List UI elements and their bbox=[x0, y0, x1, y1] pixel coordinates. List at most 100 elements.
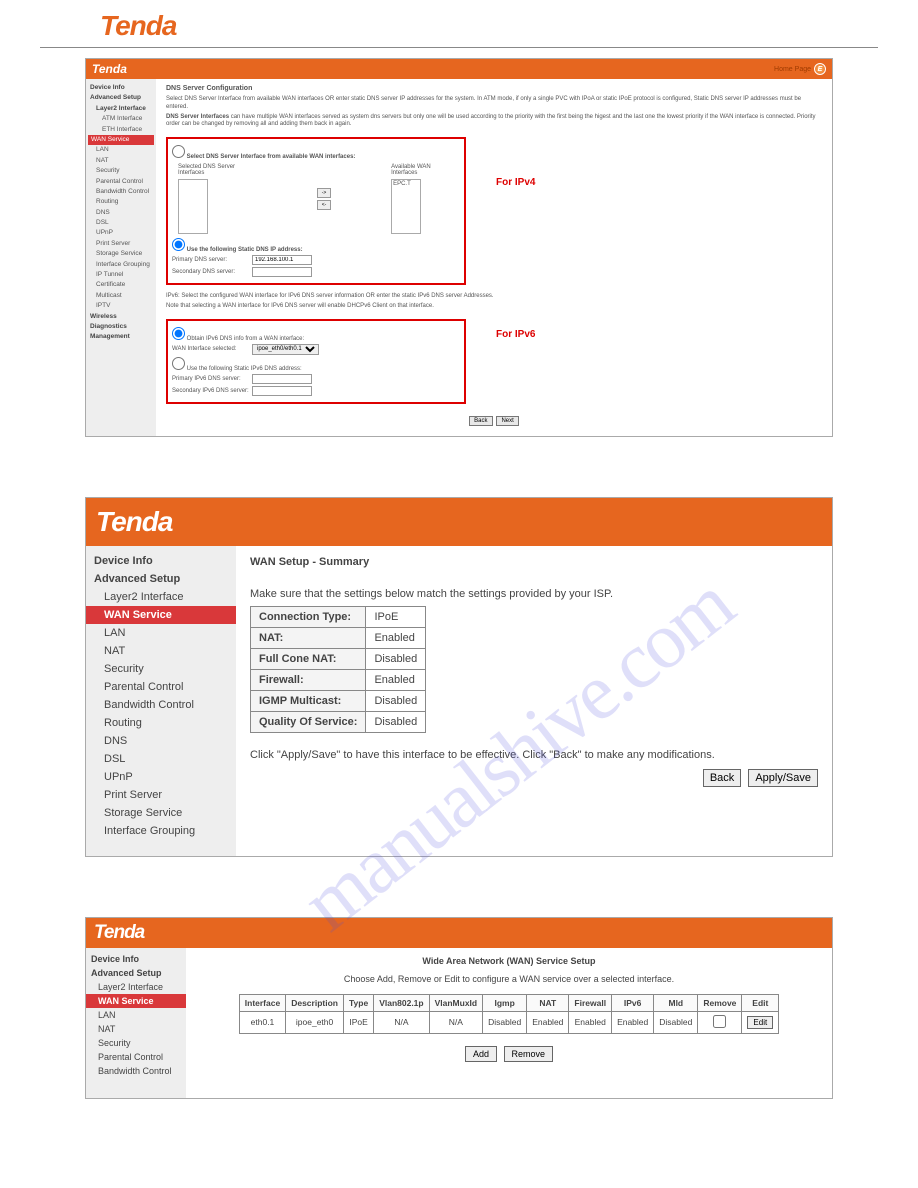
nav-device-info[interactable]: Device Info bbox=[86, 952, 186, 966]
table-row: Quality Of Service:Disabled bbox=[251, 711, 426, 732]
wan-service-table: Interface Description Type Vlan802.1p Vl… bbox=[239, 994, 779, 1034]
nav-eth[interactable]: ETH Interface bbox=[88, 125, 154, 135]
nav-parental[interactable]: Parental Control bbox=[88, 177, 154, 187]
app-logo: Tenda bbox=[96, 506, 172, 538]
nav-routing[interactable]: Routing bbox=[86, 714, 236, 732]
nav-security[interactable]: Security bbox=[86, 1036, 186, 1050]
table-row: NAT:Enabled bbox=[251, 627, 426, 648]
nav-wan-service[interactable]: WAN Service bbox=[86, 606, 236, 624]
remove-checkbox[interactable] bbox=[713, 1015, 726, 1028]
nav-advanced-setup[interactable]: Advanced Setup bbox=[88, 93, 154, 103]
for-ipv4-label: For IPv4 bbox=[496, 177, 535, 188]
nav-dsl[interactable]: DSL bbox=[86, 750, 236, 768]
back-button[interactable]: Back bbox=[469, 416, 492, 426]
nav-bandwidth[interactable]: Bandwidth Control bbox=[88, 187, 154, 197]
table-row: IGMP Multicast:Disabled bbox=[251, 690, 426, 711]
selected-list[interactable] bbox=[178, 179, 208, 234]
available-list[interactable]: EPC.T bbox=[391, 179, 421, 234]
primary6-label: Primary IPv6 DNS server: bbox=[172, 376, 252, 382]
nav-atm[interactable]: ATM Interface bbox=[88, 114, 154, 124]
next-button[interactable]: Next bbox=[496, 416, 518, 426]
nav-routing[interactable]: Routing bbox=[88, 197, 154, 207]
nav-bandwidth[interactable]: Bandwidth Control bbox=[86, 696, 236, 714]
nav-multicast[interactable]: Multicast bbox=[88, 291, 154, 301]
globe-icon: E bbox=[814, 63, 826, 75]
screenshot-wan-summary: Tenda Device Info Advanced Setup Layer2 … bbox=[85, 497, 833, 857]
move-right-button[interactable]: -> bbox=[317, 188, 331, 198]
nav-device-info[interactable]: Device Info bbox=[86, 552, 236, 570]
radio-select-interface[interactable] bbox=[172, 145, 185, 158]
nav-lan[interactable]: LAN bbox=[88, 145, 154, 155]
table-row: Full Cone NAT:Disabled bbox=[251, 648, 426, 669]
radio-obtain-ipv6[interactable] bbox=[172, 327, 185, 340]
back-button[interactable]: Back bbox=[703, 769, 741, 787]
page-title: Wide Area Network (WAN) Service Setup bbox=[196, 956, 822, 966]
nav-nat[interactable]: NAT bbox=[86, 1022, 186, 1036]
nav-advanced-setup[interactable]: Advanced Setup bbox=[86, 966, 186, 980]
ipv6-p1: IPv6: Select the configured WAN interfac… bbox=[166, 293, 822, 301]
move-left-button[interactable]: <- bbox=[317, 200, 331, 210]
page-brand-logo: Tenda bbox=[100, 10, 918, 42]
nav-layer2[interactable]: Layer2 Interface bbox=[86, 588, 236, 606]
nav-print[interactable]: Print Server bbox=[88, 239, 154, 249]
nav-security[interactable]: Security bbox=[86, 660, 236, 678]
table-row: Connection Type:IPoE bbox=[251, 606, 426, 627]
nav-ifgroup[interactable]: Interface Grouping bbox=[88, 260, 154, 270]
nav-lan[interactable]: LAN bbox=[86, 1008, 186, 1022]
nav-wan-service[interactable]: WAN Service bbox=[86, 994, 186, 1008]
nav-storage[interactable]: Storage Service bbox=[86, 804, 236, 822]
home-link[interactable]: Home Page E bbox=[774, 63, 826, 75]
nav-nat[interactable]: NAT bbox=[88, 156, 154, 166]
nav-device-info[interactable]: Device Info bbox=[88, 83, 154, 93]
nav-management[interactable]: Management bbox=[88, 332, 154, 342]
ipv6-p2: Note that selecting a WAN interface for … bbox=[166, 303, 822, 311]
nav-advanced-setup[interactable]: Advanced Setup bbox=[86, 570, 236, 588]
screenshot-wan-service-list: Tenda Device Info Advanced Setup Layer2 … bbox=[85, 917, 833, 1099]
desc-p2: Click "Apply/Save" to have this interfac… bbox=[250, 749, 818, 761]
nav-ifgroup[interactable]: Interface Grouping bbox=[86, 822, 236, 840]
nav-cert[interactable]: Certificate bbox=[88, 280, 154, 290]
nav-lan[interactable]: LAN bbox=[86, 624, 236, 642]
nav-iptunnel[interactable]: IP Tunnel bbox=[88, 270, 154, 280]
nav-wan-service[interactable]: WAN Service bbox=[88, 135, 154, 145]
nav-security[interactable]: Security bbox=[88, 166, 154, 176]
nav-upnp[interactable]: UPnP bbox=[88, 228, 154, 238]
nav-parental[interactable]: Parental Control bbox=[86, 1050, 186, 1064]
nav-dns[interactable]: DNS bbox=[86, 732, 236, 750]
primary-dns-input[interactable] bbox=[252, 255, 312, 265]
primary6-input[interactable] bbox=[252, 374, 312, 384]
nav-dns[interactable]: DNS bbox=[88, 208, 154, 218]
app-logo: Tenda bbox=[94, 922, 144, 944]
nav-diagnostics[interactable]: Diagnostics bbox=[88, 322, 154, 332]
primary-dns-label: Primary DNS server: bbox=[172, 257, 252, 263]
remove-button[interactable]: Remove bbox=[504, 1046, 554, 1062]
nav-nat[interactable]: NAT bbox=[86, 642, 236, 660]
nav-print[interactable]: Print Server bbox=[86, 786, 236, 804]
desc-p1: Select DNS Server Interface from availab… bbox=[166, 96, 822, 112]
nav-dsl[interactable]: DSL bbox=[88, 218, 154, 228]
radio-static-ipv6[interactable] bbox=[172, 357, 185, 370]
nav-storage[interactable]: Storage Service bbox=[88, 249, 154, 259]
table-header-row: Interface Description Type Vlan802.1p Vl… bbox=[239, 994, 778, 1011]
wan-if-select[interactable]: ipoe_eth0/eth0.1 bbox=[252, 344, 319, 355]
edit-button[interactable]: Edit bbox=[747, 1016, 773, 1029]
add-button[interactable]: Add bbox=[465, 1046, 497, 1062]
nav-layer2[interactable]: Layer2 Interface bbox=[86, 980, 186, 994]
sidebar: Device Info Advanced Setup Layer2 Interf… bbox=[86, 948, 186, 1098]
nav-upnp[interactable]: UPnP bbox=[86, 768, 236, 786]
secondary-dns-input[interactable] bbox=[252, 267, 312, 277]
radio-select-interface-label: Select DNS Server Interface from availab… bbox=[187, 154, 356, 160]
page-title: DNS Server Configuration bbox=[166, 85, 822, 92]
available-label: Available WAN Interfaces bbox=[391, 164, 454, 176]
ipv4-group: Select DNS Server Interface from availab… bbox=[166, 137, 466, 285]
nav-iptv[interactable]: IPTV bbox=[88, 301, 154, 311]
nav-wireless[interactable]: Wireless bbox=[88, 312, 154, 322]
nav-parental[interactable]: Parental Control bbox=[86, 678, 236, 696]
radio-static-dns[interactable] bbox=[172, 238, 185, 251]
apply-save-button[interactable]: Apply/Save bbox=[748, 769, 818, 787]
desc-p1: Make sure that the settings below match … bbox=[250, 588, 818, 600]
nav-layer2[interactable]: Layer2 Interface bbox=[88, 104, 154, 114]
radio-obtain-ipv6-label: Obtain IPv6 DNS info from a WAN interfac… bbox=[187, 336, 305, 342]
secondary6-input[interactable] bbox=[252, 386, 312, 396]
nav-bandwidth[interactable]: Bandwidth Control bbox=[86, 1064, 186, 1078]
